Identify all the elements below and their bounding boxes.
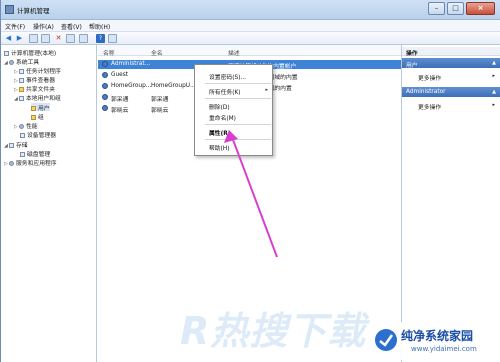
close-button[interactable]: × [466,2,495,15]
menu-help[interactable]: 帮助(H) [89,22,110,31]
tree-item-event-viewer[interactable]: ▷ 事件查看器 [14,75,55,84]
minimize-button[interactable]: – [428,2,445,15]
console-icon[interactable] [108,34,117,43]
computer-management-icon [5,5,14,14]
actions-section-administrator[interactable]: Administrator ▲ [402,87,500,97]
tree-item-groups[interactable]: 组 [31,112,44,121]
clock-icon [19,69,24,74]
submenu-arrow-icon: ▸ [492,102,495,108]
context-menu: 设置密码(S)... 所有任务(K) ▸ 删除(D) 重命名(M) 属性(R) … [194,64,273,156]
expand-caret-icon[interactable]: ◢ [4,143,8,149]
menu-separator [205,98,271,99]
tree-item-task-scheduler[interactable]: ▷ 任务计划程序 [14,66,61,75]
user-icon [102,105,108,111]
storage-icon [9,143,14,148]
properties-icon[interactable] [66,34,75,43]
tree-item-services-applications[interactable]: ▷ 服务和应用程序 [4,158,57,167]
folder-icon [31,106,36,111]
menu-bar: 文件(F) 操作(A) 查看(V) 帮助(H) [1,20,500,32]
submenu-arrow-icon: ▸ [492,73,495,79]
collapse-caret-icon[interactable]: ▷ [14,124,18,130]
title-bar[interactable]: 计算机管理 – □ × [1,0,500,20]
menu-file[interactable]: 文件(F) [5,22,25,31]
user-icon [102,61,108,67]
user-icon [102,94,108,100]
brand-name: 纯净系统家园 [401,329,474,343]
column-header-description[interactable]: 描述 [228,48,240,57]
menu-separator [205,139,271,140]
users-icon [19,96,24,101]
event-icon [19,78,24,83]
delete-icon[interactable]: ✕ [54,34,63,43]
help-icon[interactable]: ? [96,34,105,43]
export-icon[interactable] [79,34,88,43]
user-icon [102,83,108,89]
folder-icon [19,87,24,92]
menu-item-delete[interactable]: 删除(D) [209,102,230,111]
maximize-button[interactable]: □ [447,2,464,15]
collapse-caret-icon[interactable]: ▷ [4,161,8,167]
brand-url: www.yidaimei.com [411,345,477,353]
actions-pane: 操作 用户 ▲ 更多操作 ▸ Administrator ▲ 更多操作 ▸ [401,45,500,362]
tools-icon [9,60,14,65]
collapse-up-icon[interactable]: ▲ [492,89,496,95]
forward-arrow-icon[interactable]: ▶ [15,34,24,43]
menu-item-help[interactable]: 帮助(H) [209,143,229,152]
expand-caret-icon[interactable]: ◢ [14,96,18,102]
tree-item-users[interactable]: 用户 [31,103,50,112]
brand-logo-icon [375,329,397,351]
menu-item-all-tasks[interactable]: 所有任务(K) [209,87,241,96]
computer-icon [4,51,9,56]
collapse-up-icon[interactable]: ▲ [492,60,496,66]
tree-item-disk-management[interactable]: 磁盘管理 [20,149,50,158]
column-header-fullname[interactable]: 全名 [151,48,163,57]
more-actions-link[interactable]: 更多操作 [418,73,441,82]
tree-item-system-tools[interactable]: ◢ 系统工具 [4,57,39,66]
navigation-tree: 计算机管理(本地) ◢ 系统工具 ▷ 任务计划程序 ▷ 事件查看器 ▷ 共享文件夹 ◢ 本… [1,45,97,362]
user-icon [102,72,108,78]
tree-item-device-manager[interactable]: 设备管理器 [20,130,56,139]
more-actions-link[interactable]: 更多操作 [418,102,441,111]
actions-section-users[interactable]: 用户 ▲ [402,58,500,69]
column-header-name[interactable]: 名称 [103,48,115,57]
back-arrow-icon[interactable]: ◀ [4,34,13,43]
tree-item-storage[interactable]: ◢ 存储 [4,140,28,149]
toolbar: ◀ ▶ ✕ ? [1,32,500,45]
expand-caret-icon[interactable]: ◢ [4,60,8,66]
tree-item-performance[interactable]: ▷ 性能 [14,121,38,130]
up-folder-icon[interactable] [29,34,38,43]
list-header: 名称 全名 描述 [98,45,401,57]
menu-action[interactable]: 操作(A) [33,22,54,31]
watermark-text: R热搜下载 [180,309,367,353]
services-icon [9,161,14,166]
show-tree-icon[interactable] [41,34,50,43]
menu-item-rename[interactable]: 重命名(M) [209,113,236,122]
menu-view[interactable]: 查看(V) [61,22,82,31]
folder-icon [31,115,36,120]
menu-separator [205,83,271,84]
tree-item-computer-management[interactable]: 计算机管理(本地) [4,48,56,57]
disk-icon [20,152,25,157]
submenu-arrow-icon: ▸ [265,87,268,93]
actions-header: 操作 [402,47,500,57]
menu-item-properties[interactable]: 属性(R) [209,128,230,137]
tree-item-local-users-groups[interactable]: ◢ 本地用户和组 [14,93,61,102]
performance-icon [19,124,24,129]
tree-item-shared-folders[interactable]: ▷ 共享文件夹 [14,84,55,93]
device-icon [20,133,25,138]
window-title: 计算机管理 [17,7,50,15]
brand-logo-block: 纯净系统家园 www.yidaimei.com [374,322,498,360]
menu-separator [205,124,271,125]
menu-item-set-password[interactable]: 设置密码(S)... [209,72,246,81]
